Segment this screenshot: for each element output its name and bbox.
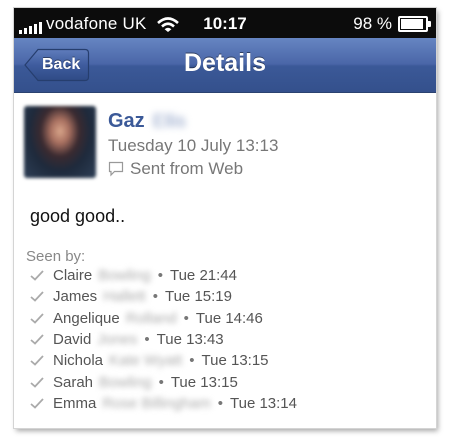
page-title: Details [184, 49, 266, 77]
checkmark-icon [30, 377, 44, 388]
seen-by-last-name: Bowling [98, 267, 151, 285]
author-first-name: Gaz [108, 110, 145, 132]
seen-by-row[interactable]: Claire Bowling • Tue 21:44 [30, 265, 430, 286]
post-message: good good.. [30, 206, 126, 226]
separator-dot: • [144, 331, 150, 349]
seen-by-first-name: Emma [53, 394, 97, 412]
separator-dot: • [158, 373, 164, 391]
seen-by-time: Tue 13:15 [170, 373, 238, 391]
battery-icon [398, 16, 431, 32]
seen-by-list: Claire Bowling • Tue 21:44 James Hallett • Tue … [30, 265, 430, 414]
seen-by-row[interactable]: Emma Rose Billingham • Tue 13:14 [30, 393, 430, 414]
battery-percent: 98 % [353, 14, 392, 33]
checkmark-icon [30, 313, 44, 324]
seen-by-first-name: Angelique [53, 309, 120, 327]
seen-by-row[interactable]: David Jones • Tue 13:43 [30, 329, 430, 350]
author-name[interactable]: Gaz Ellis [108, 110, 186, 133]
seen-by-time: Tue 13:15 [201, 352, 269, 370]
status-bar: vodafone UK 10:17 98 % [14, 8, 436, 38]
author-last-name: Ellis [152, 111, 186, 131]
checkmark-icon [30, 334, 44, 345]
post-source: Sent from Web [108, 159, 243, 179]
checkmark-icon [30, 355, 44, 367]
seen-by-row[interactable]: Angelique Rolland • Tue 14:46 [30, 308, 430, 329]
checkmark-icon [30, 398, 44, 409]
seen-by-last-name: Rolland [125, 309, 177, 327]
phone-screen: vodafone UK 10:17 98 % Back Details Gaz … [14, 8, 436, 428]
separator-dot: • [217, 394, 223, 412]
seen-by-row[interactable]: Nichola Kate Wyatt • Tue 13:15 [30, 350, 430, 371]
separator-dot: • [183, 309, 189, 327]
seen-by-last-name: Kate Wyatt [109, 352, 183, 370]
separator-dot: • [152, 288, 158, 306]
seen-by-last-name: Hallett [103, 288, 146, 306]
seen-by-time: Tue 13:14 [230, 394, 297, 412]
post-source-label: Sent from Web [130, 159, 244, 178]
separator-dot: • [189, 352, 195, 370]
seen-by-first-name: Sarah [53, 373, 94, 391]
seen-by-first-name: Nichola [53, 352, 104, 370]
avatar[interactable] [24, 106, 96, 178]
seen-by-first-name: James [53, 288, 98, 306]
seen-by-first-name: David [53, 331, 92, 349]
seen-by-row[interactable]: Sarah Bowling • Tue 13:15 [30, 371, 430, 392]
separator-dot: • [157, 267, 163, 285]
post-timestamp: Tuesday 10 July 13:13 [108, 136, 279, 155]
seen-by-time: Tue 15:19 [164, 288, 232, 306]
checkmark-icon [30, 291, 44, 303]
battery-indicator: 98 % [353, 14, 431, 34]
seen-by-last-name: Rose Billingham [102, 394, 211, 412]
speech-bubble-icon [108, 161, 124, 177]
seen-by-last-name: Bowling [99, 373, 152, 391]
seen-by-time: Tue 13:43 [156, 331, 224, 349]
seen-by-row[interactable]: James Hallett • Tue 15:19 [30, 286, 430, 307]
checkmark-icon [30, 270, 44, 281]
seen-by-first-name: Claire [53, 267, 93, 285]
seen-by-time: Tue 14:46 [195, 309, 263, 327]
seen-by-time: Tue 21:44 [169, 267, 237, 285]
navigation-bar: Back Details [14, 38, 436, 93]
seen-by-last-name: Jones [97, 331, 138, 349]
seen-by-heading: Seen by: [26, 248, 86, 265]
